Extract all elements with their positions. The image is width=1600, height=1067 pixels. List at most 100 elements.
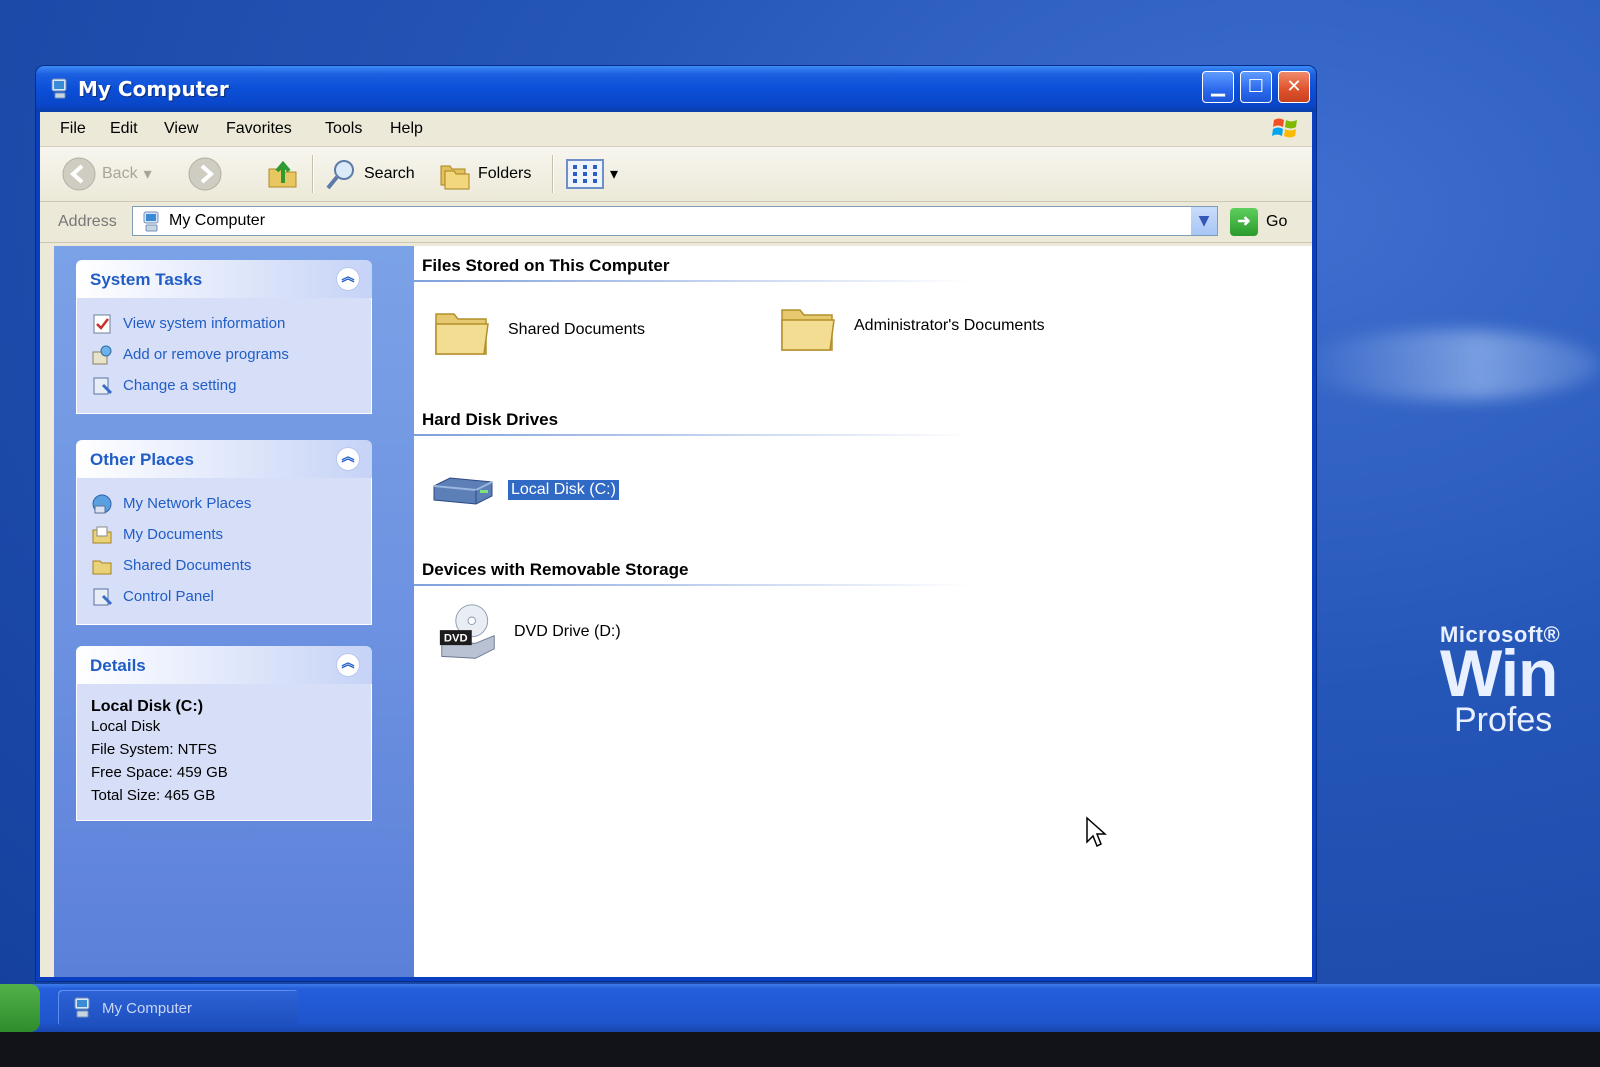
forward-arrow-icon [188, 157, 222, 191]
task-change-a-setting[interactable]: Change a setting [91, 370, 357, 401]
folders-icon [440, 165, 470, 190]
other-places-title: Other Places [90, 450, 194, 469]
item-label: DVD Drive (D:) [514, 623, 621, 640]
start-button[interactable] [0, 984, 40, 1032]
my-computer-icon [51, 78, 67, 99]
folder-icon [781, 309, 835, 351]
search-label: Search [364, 165, 415, 182]
system-tasks-header[interactable]: System Tasks ︽ [76, 260, 372, 298]
other-places-group: Other Places ︽ My Network Places My Docu… [76, 440, 372, 625]
details-free-space: Free Space: 459 GB [91, 764, 228, 781]
my-computer-icon [143, 211, 159, 232]
views-dropdown-icon: ▾ [610, 166, 619, 183]
my-documents-icon [92, 526, 112, 543]
my-computer-icon [74, 997, 90, 1018]
menu-favorites[interactable]: Favorites [226, 120, 292, 138]
collapse-icon[interactable]: ︽ [336, 267, 360, 291]
views-grid-icon [566, 159, 604, 189]
section-divider [414, 434, 974, 436]
address-label: Address [58, 213, 117, 230]
maximize-button[interactable]: ☐ [1240, 71, 1272, 103]
taskbar: My Computer [0, 984, 1600, 1032]
title-bar[interactable]: My Computer ▁ ☐ ✕ [36, 66, 1316, 112]
task-view-system-information[interactable]: View system information [91, 308, 357, 339]
section-title-removable: Devices with Removable Storage [422, 560, 689, 579]
back-dropdown-icon: ▾ [143, 166, 152, 183]
section-divider [414, 280, 974, 282]
windows-flag-icon [1272, 118, 1297, 138]
place-shared-documents[interactable]: Shared Documents [91, 550, 357, 581]
dvd-badge: DVD [444, 632, 468, 644]
forward-button[interactable] [188, 157, 222, 191]
go-button[interactable]: ➜ Go [1230, 208, 1287, 236]
standard-toolbar: Back ▾ Search Folders ▾ [40, 147, 1312, 202]
item-local-disk-c[interactable]: Local Disk (C:) [430, 460, 620, 520]
task-label: Change a setting [123, 377, 237, 394]
taskbar-button-my-computer[interactable]: My Computer [58, 990, 298, 1026]
control-panel-icon [93, 377, 113, 394]
folders-label: Folders [478, 165, 532, 182]
control-panel-icon [93, 588, 113, 605]
brand-windows: Win [1440, 636, 1558, 710]
details-item-type: Local Disk [91, 718, 161, 735]
network-places-icon [92, 494, 112, 513]
task-pane: System Tasks ︽ View system information A… [54, 246, 414, 977]
other-places-header[interactable]: Other Places ︽ [76, 440, 372, 478]
close-button[interactable]: ✕ [1278, 71, 1310, 103]
details-title: Details [90, 656, 146, 675]
address-dropdown-button[interactable]: ▼ [1191, 207, 1217, 235]
item-administrators-documents[interactable]: Administrator's Documents [776, 296, 1045, 356]
menu-tools[interactable]: Tools [325, 120, 362, 138]
details-total-size: Total Size: 465 GB [91, 787, 216, 804]
other-places-body: My Network Places My Documents Shared Do… [76, 478, 372, 625]
details-file-system: File System: NTFS [91, 741, 217, 758]
folder-icon [435, 313, 489, 355]
details-header[interactable]: Details ︽ [76, 646, 372, 684]
address-input[interactable]: My Computer ▼ [132, 206, 1218, 236]
item-label: Shared Documents [508, 321, 645, 338]
menu-view[interactable]: View [164, 120, 198, 138]
back-button[interactable]: Back ▾ [62, 157, 152, 191]
menu-edit[interactable]: Edit [110, 120, 138, 138]
task-add-remove-programs[interactable]: Add or remove programs [91, 339, 357, 370]
task-label: Add or remove programs [123, 346, 289, 363]
item-label: Administrator's Documents [854, 317, 1045, 334]
place-label: Control Panel [123, 588, 214, 605]
window-title: My Computer [78, 77, 229, 101]
details-item-name: Local Disk (C:) [91, 698, 204, 715]
item-label-selected: Local Disk (C:) [507, 479, 620, 501]
place-my-network-places[interactable]: My Network Places [91, 488, 357, 519]
go-arrow-icon: ➜ [1230, 208, 1258, 236]
go-label: Go [1266, 213, 1288, 230]
toolbar-separator [312, 155, 313, 193]
window-client-area: File Edit View Favorites Tools Help Back… [40, 112, 1312, 977]
place-control-panel[interactable]: Control Panel [91, 581, 357, 612]
address-value: My Computer [169, 212, 266, 229]
collapse-icon[interactable]: ︽ [336, 653, 360, 677]
item-dvd-drive-d[interactable]: DVD DVD Drive (D:) [436, 602, 621, 662]
back-arrow-icon [62, 157, 96, 191]
desktop-wallpaper-glow [1300, 330, 1600, 400]
menu-bar: File Edit View Favorites Tools Help [40, 112, 1312, 147]
menu-help[interactable]: Help [390, 120, 423, 138]
brand-edition: Profes [1454, 701, 1553, 739]
place-my-documents[interactable]: My Documents [91, 519, 357, 550]
item-shared-documents[interactable]: Shared Documents [430, 300, 645, 360]
collapse-icon[interactable]: ︽ [336, 447, 360, 471]
minimize-button[interactable]: ▁ [1202, 71, 1234, 103]
system-tasks-body: View system information Add or remove pr… [76, 298, 372, 414]
monitor-bezel [0, 1032, 1600, 1067]
mouse-cursor-icon [1086, 816, 1107, 848]
chevron-down-icon: ▼ [1198, 213, 1210, 229]
details-body: Local Disk (C:) Local Disk File System: … [76, 684, 372, 821]
address-bar: Address My Computer ▼ ➜ Go [40, 202, 1312, 243]
search-button[interactable]: Search [324, 157, 415, 191]
section-divider [414, 584, 974, 586]
up-folder-icon [268, 160, 297, 188]
views-button[interactable]: ▾ [566, 157, 618, 191]
up-folder-button[interactable] [266, 157, 300, 191]
menu-file[interactable]: File [60, 120, 86, 138]
folders-button[interactable]: Folders [438, 157, 531, 191]
toolbar-separator [552, 155, 553, 193]
taskbar-button-label: My Computer [102, 999, 193, 1017]
